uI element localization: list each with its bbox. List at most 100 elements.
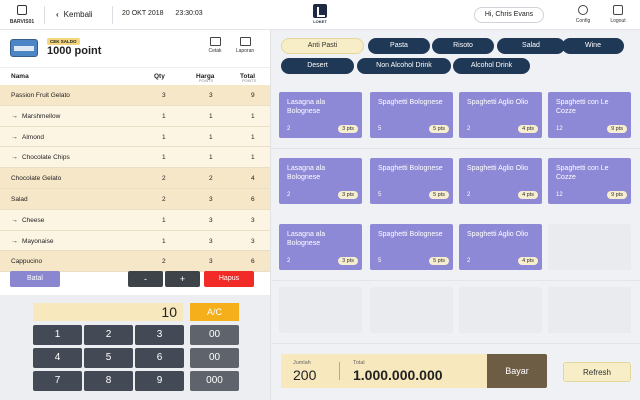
empty-menu-slot	[370, 287, 453, 333]
menu-item-count: 2	[467, 258, 471, 264]
menu-item-count: 12	[556, 192, 563, 198]
pay-button[interactable]: Bayar	[487, 354, 547, 388]
delete-button[interactable]: Hapus	[204, 271, 254, 287]
keypad-key[interactable]: 00	[190, 348, 239, 368]
cashier-station[interactable]: BARVIS01	[0, 0, 44, 30]
category-tab[interactable]: Desert	[281, 58, 354, 74]
item-price: 1	[209, 133, 213, 141]
item-qty: 2	[162, 175, 166, 183]
item-price: 2	[209, 175, 213, 183]
category-tab[interactable]: Anti Pasti	[281, 38, 364, 54]
item-name: Cappucino	[11, 258, 42, 265]
item-price: 1	[209, 112, 213, 120]
decrease-button[interactable]: -	[128, 271, 163, 287]
logo-text: LOKET	[313, 19, 327, 24]
cashier-icon	[17, 5, 27, 15]
menu-item-card[interactable]: Spaghetti Aglio Olio 2 4 pts	[459, 224, 542, 270]
divider	[271, 148, 640, 149]
keypad-key[interactable]: 000	[190, 371, 239, 391]
item-qty: 1	[162, 154, 166, 162]
menu-item-card[interactable]: Spaghetti con Le Cozze 12 9 pts	[548, 92, 631, 138]
menu-item-points-badge: 4 pts	[518, 125, 538, 133]
quantity-value: 200	[293, 367, 317, 383]
keypad-key[interactable]: 6	[135, 348, 184, 368]
item-name: → Cheese	[11, 217, 44, 224]
item-total: 3	[251, 237, 255, 245]
check-balance-badge[interactable]: CEK SALDO	[47, 38, 80, 45]
back-button[interactable]: ‹ Kembali	[56, 10, 93, 19]
category-tab[interactable]: Alcohol Drink	[453, 58, 530, 74]
keypad-key[interactable]: 2	[84, 325, 133, 345]
keypad-key[interactable]: 3	[135, 325, 184, 345]
table-row[interactable]: Chocolate Gelato 2 2 4	[0, 168, 270, 189]
menu-item-card[interactable]: Spaghetti Bolognese 5 5 pts	[370, 224, 453, 270]
table-row[interactable]: Salad 2 3 6	[0, 188, 270, 210]
app-logo: LOKET	[311, 4, 329, 26]
item-total: 6	[251, 195, 255, 203]
report-button[interactable]: Laporan	[232, 37, 258, 54]
keypad-key[interactable]: 9	[135, 371, 184, 391]
menu-item-count: 5	[378, 126, 382, 132]
table-row-addon[interactable]: → Cheese 1 3 3	[0, 209, 270, 231]
item-price: 3	[209, 258, 213, 266]
menu-panel: Anti Pasti Pasta Risoto Salad Wine Desert Non …	[270, 30, 640, 400]
logout-button[interactable]: Logout	[603, 4, 633, 28]
keypad-key[interactable]: 7	[33, 371, 82, 391]
table-row-addon[interactable]: → Chocolate Chips 1 1 1	[0, 147, 270, 169]
item-name-text: Chocolate Gelato	[11, 175, 62, 183]
member-card-icon	[10, 39, 38, 57]
table-row-addon[interactable]: → Almond 1 1 1	[0, 126, 270, 148]
menu-item-name: Spaghetti con Le Cozze	[556, 165, 609, 181]
menu-item-card[interactable]: Spaghetti con Le Cozze 12 9 pts	[548, 158, 631, 204]
cancel-button[interactable]: Batal	[10, 271, 60, 287]
keypad-key[interactable]: 1	[33, 325, 82, 345]
keypad-key[interactable]: 5	[84, 348, 133, 368]
table-row-addon[interactable]: → Mayonaise 1 3 3	[0, 230, 270, 252]
header-name: Nama	[11, 73, 29, 80]
keypad-key[interactable]: 00	[190, 325, 239, 345]
item-qty: 1	[162, 237, 166, 245]
keypad-key[interactable]: 4	[33, 348, 82, 368]
menu-item-card[interactable]: Spaghetti Aglio Olio 2 4 pts	[459, 158, 542, 204]
item-total: 6	[251, 258, 255, 266]
item-name-text: Passion Fruit Gelato	[11, 92, 70, 99]
menu-item-card[interactable]: Lasagna ala Bolognese 2 3 pts	[279, 158, 362, 204]
menu-item-points-badge: 9 pts	[607, 125, 627, 133]
keypad-key[interactable]: 8	[84, 371, 133, 391]
menu-item-name: Lasagna ala Bolognese	[287, 231, 326, 247]
category-tab[interactable]: Risoto	[432, 38, 494, 54]
item-price: 1	[209, 154, 213, 162]
report-icon	[239, 37, 251, 46]
increase-button[interactable]: +	[165, 271, 200, 287]
category-tab[interactable]: Wine	[562, 38, 624, 54]
config-button[interactable]: Config	[568, 4, 598, 28]
empty-menu-slot	[548, 224, 631, 270]
category-tab[interactable]: Salad	[497, 38, 565, 54]
menu-item-points-badge: 5 pts	[429, 257, 449, 265]
menu-item-card[interactable]: Spaghetti Bolognese 5 5 pts	[370, 158, 453, 204]
category-tab[interactable]: Pasta	[368, 38, 430, 54]
table-row-addon[interactable]: → Marshmellow 1 1 1	[0, 105, 270, 127]
header-qty: Qty	[154, 73, 165, 80]
order-controls: Batal - + Hapus	[0, 268, 270, 295]
category-tab[interactable]: Non Alcohol Drink	[357, 58, 451, 74]
menu-item-name: Lasagna ala Bolognese	[287, 99, 326, 115]
item-total: 1	[251, 112, 255, 120]
user-greeting[interactable]: Hi, Chris Evans	[474, 7, 544, 23]
print-button[interactable]: Cetak	[202, 37, 228, 54]
print-label: Cetak	[208, 48, 222, 54]
menu-item-card[interactable]: Lasagna ala Bolognese 2 3 pts	[279, 224, 362, 270]
clear-button[interactable]: A/C	[190, 303, 239, 321]
menu-item-points-badge: 4 pts	[518, 257, 538, 265]
menu-item-card[interactable]: Spaghetti Bolognese 5 5 pts	[370, 92, 453, 138]
menu-item-card[interactable]: Lasagna ala Bolognese 2 3 pts	[279, 92, 362, 138]
refresh-button[interactable]: Refresh	[563, 362, 631, 382]
item-name-text: Cappucino	[11, 258, 43, 266]
gear-icon	[578, 5, 588, 15]
config-label: Config	[575, 18, 591, 24]
item-total: 3	[251, 216, 255, 224]
date-text: 20 OKT 2018	[122, 10, 164, 17]
table-row[interactable]: Passion Fruit Gelato 3 3 9	[0, 85, 270, 106]
menu-item-card[interactable]: Spaghetti Aglio Olio 2 4 pts	[459, 92, 542, 138]
item-name-text: Salad	[11, 195, 28, 203]
